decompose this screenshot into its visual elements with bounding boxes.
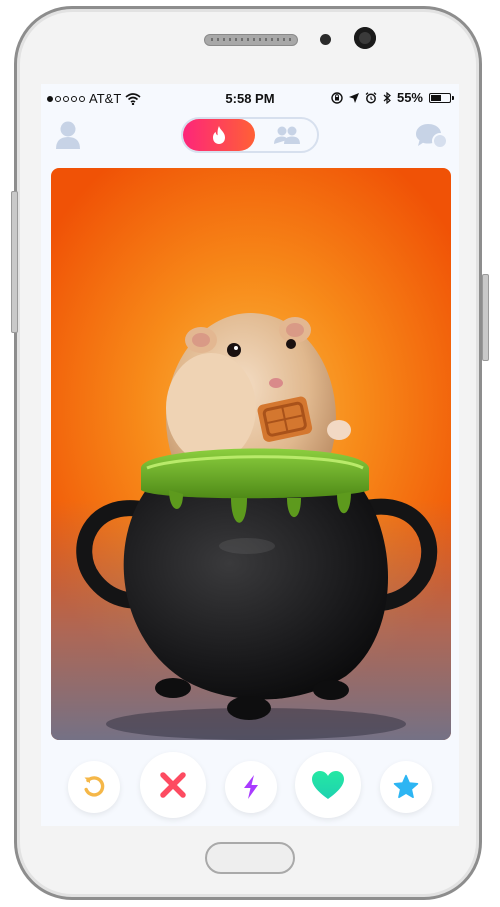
alarm-icon xyxy=(365,91,377,103)
nope-button[interactable] xyxy=(140,752,206,818)
profile-card[interactable] xyxy=(51,168,451,740)
front-camera xyxy=(354,27,376,49)
chat-bubbles-icon[interactable] xyxy=(415,122,449,150)
battery-icon xyxy=(429,92,454,103)
rewind-button[interactable] xyxy=(68,761,120,813)
lightning-icon xyxy=(244,775,258,799)
orientation-lock-icon xyxy=(331,91,343,104)
action-bar xyxy=(41,748,459,818)
rewind-icon xyxy=(84,776,105,797)
app-screen: AT&T 5:58 PM 55% xyxy=(41,84,459,826)
top-navbar xyxy=(41,114,459,158)
speaker-grille xyxy=(204,34,298,46)
location-icon xyxy=(348,92,359,103)
toggle-groups[interactable] xyxy=(257,119,317,151)
power-button xyxy=(482,274,489,361)
profile-icon[interactable] xyxy=(55,120,81,150)
group-icon xyxy=(274,126,300,144)
star-icon xyxy=(393,774,419,799)
battery-percent: 55% xyxy=(396,90,423,105)
toggle-discover[interactable] xyxy=(183,119,255,151)
bluetooth-icon xyxy=(383,91,391,104)
proximity-sensor xyxy=(320,34,331,45)
card-photo xyxy=(76,313,438,740)
like-button[interactable] xyxy=(295,752,361,818)
flame-icon xyxy=(213,126,225,144)
super-like-button[interactable] xyxy=(380,761,432,813)
mode-toggle[interactable] xyxy=(181,117,319,153)
x-icon xyxy=(160,772,186,798)
status-bar: AT&T 5:58 PM 55% xyxy=(41,84,459,112)
home-button[interactable] xyxy=(205,842,295,874)
volume-button xyxy=(11,191,18,333)
heart-icon xyxy=(312,771,344,799)
boost-button[interactable] xyxy=(225,761,277,813)
